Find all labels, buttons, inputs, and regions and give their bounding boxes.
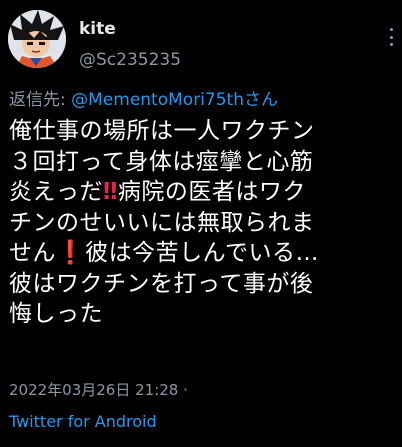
tweet-text-segment: 炎えっだ xyxy=(9,179,103,205)
more-dot xyxy=(389,43,393,46)
tweet-text-segment: せん xyxy=(9,240,56,266)
reply-to-mention-link[interactable]: @MementoMori75th xyxy=(71,90,244,110)
tweet-line: 悔しった xyxy=(9,299,401,330)
tweet-line: 炎えっだ‼病院の医者はワク xyxy=(9,177,401,208)
anime-character-avatar-icon xyxy=(8,10,66,68)
author-handle[interactable]: @Sc235235 xyxy=(79,50,181,70)
more-options-icon[interactable] xyxy=(388,28,394,46)
tweet-timestamp[interactable]: 2022年03月26日 21:28 · xyxy=(9,381,188,399)
tweet-text-segment: 俺仕事の場所は一人ワクチン xyxy=(9,118,315,144)
tweet-text-segment: ３回打って身体は痙攣と心筋 xyxy=(9,148,314,175)
reply-to-prefix: 返信先: xyxy=(9,90,72,110)
double-exclamation-emoji: ‼ xyxy=(103,179,118,205)
reply-to-suffix: さん xyxy=(243,90,278,110)
tweet-text-segment: 彼はワクチンを打って事が後 xyxy=(9,270,314,297)
tweet-line: せん❗彼は今苦しんでいる… xyxy=(9,238,401,269)
tweet-line: 彼はワクチンを打って事が後 xyxy=(9,269,401,300)
tweet-text-segment: チンのせいいには無取られま xyxy=(9,209,315,236)
tweet-line: ３回打って身体は痙攣と心筋 xyxy=(9,147,401,178)
exclamation-emoji: ❗ xyxy=(56,240,86,266)
more-dot xyxy=(389,35,393,39)
tweet-line: チンのせいいには無取られま xyxy=(9,208,401,239)
tweet-text-segment: 彼は今苦しんでいる… xyxy=(85,240,319,266)
tweet-text: 俺仕事の場所は一人ワクチン ３回打って身体は痙攣と心筋 炎えっだ‼病院の医者はワクチ… xyxy=(9,116,401,330)
tweet-text-segment: 悔しった xyxy=(9,301,103,327)
tweet-line: 俺仕事の場所は一人ワクチン xyxy=(9,116,401,147)
tweet-source-link[interactable]: Twitter for Android xyxy=(9,412,157,432)
avatar[interactable] xyxy=(8,10,66,68)
tweet-text-segment: 病院の医者はワク xyxy=(117,179,306,205)
more-dot xyxy=(389,28,393,31)
author-display-name[interactable]: kite xyxy=(79,19,116,39)
reply-to-line: 返信先: @MementoMori75thさん xyxy=(9,90,278,110)
